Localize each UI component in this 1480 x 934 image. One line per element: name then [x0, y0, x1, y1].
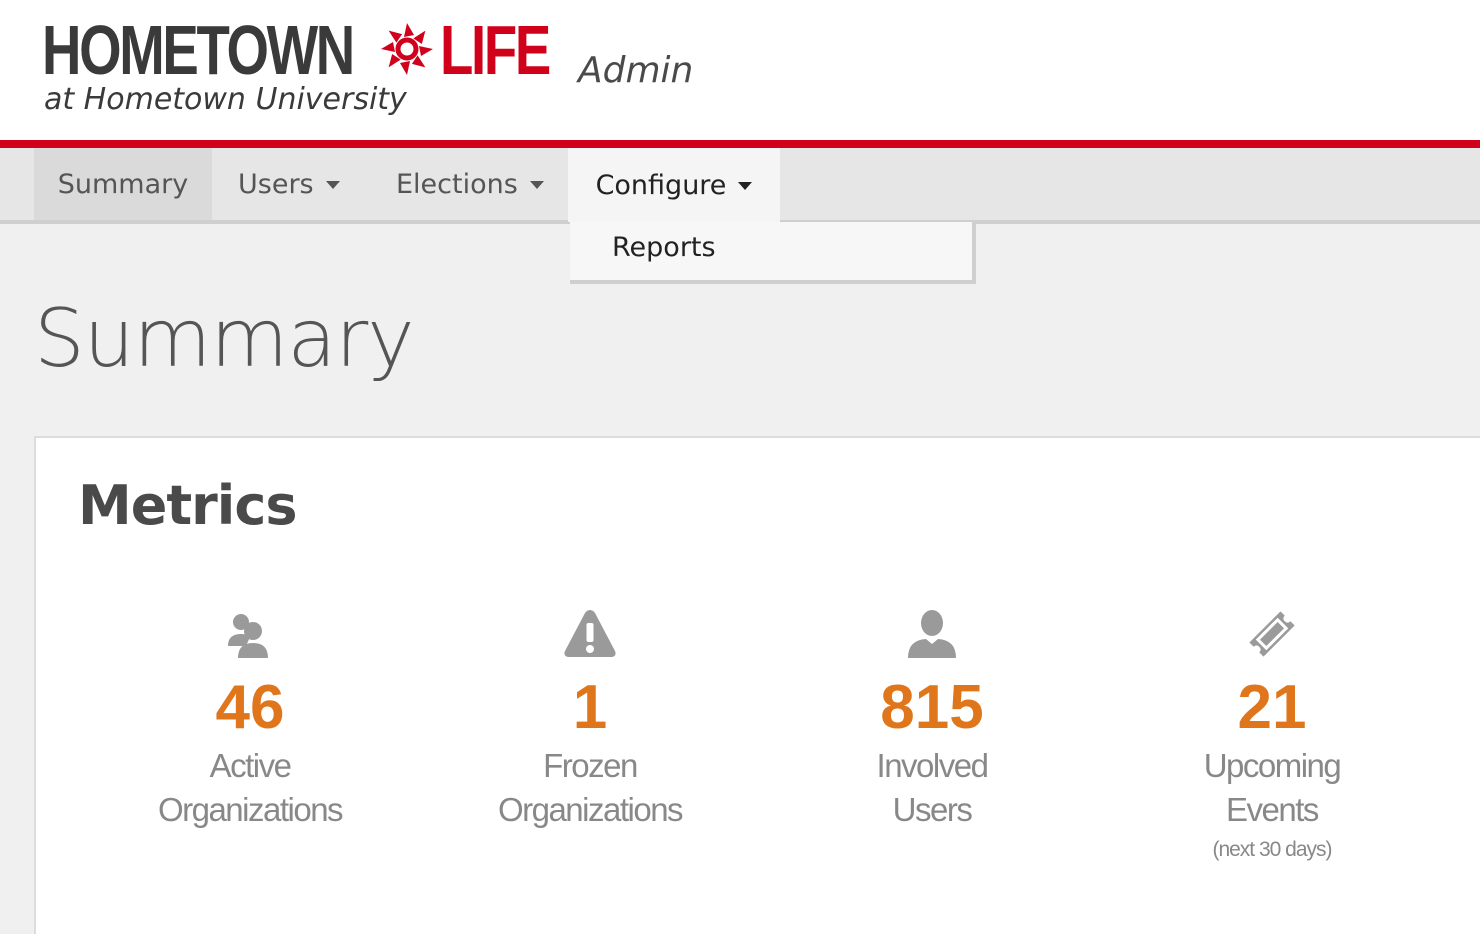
- nav-elections[interactable]: Elections: [396, 148, 544, 220]
- nav-configure-label: Configure: [595, 169, 727, 201]
- section-label: Admin: [578, 50, 694, 91]
- metric-sub-label: (next 30 days): [1212, 838, 1332, 861]
- metric-value: 815: [880, 673, 984, 742]
- nav-summary[interactable]: Summary: [34, 148, 212, 220]
- chevron-down-icon: [325, 181, 340, 189]
- metric-upcoming-events: 21 Upcoming Events (next 30 days): [1122, 606, 1422, 862]
- main-nav: Summary Users Elections Configure: [0, 148, 1480, 224]
- nav-users[interactable]: Users: [238, 148, 340, 220]
- warning-icon: [564, 610, 616, 657]
- metric-value: 46: [215, 673, 285, 742]
- metric-label-line1: Active: [209, 747, 292, 784]
- metric-value: 21: [1237, 673, 1307, 742]
- metrics-title: Metrics: [78, 474, 297, 537]
- user-icon: [908, 610, 956, 658]
- metric-label-line2: Events: [1226, 791, 1319, 828]
- chevron-down-icon: [738, 182, 753, 190]
- metric-label-line2: Organizations: [497, 791, 684, 828]
- page-title: Summary: [34, 292, 415, 385]
- configure-dropdown: Reports: [570, 222, 976, 284]
- metric-frozen-organizations: 1 Frozen Organizations: [440, 606, 740, 832]
- metrics-panel: Metrics 46 Active Organizations 1 Frozen…: [34, 436, 1480, 934]
- header-divider: [0, 140, 1480, 148]
- metric-label-line1: Frozen: [543, 747, 638, 784]
- ticket-icon: [1249, 611, 1295, 657]
- header: HOMETOWN LIFE at Hometown University Adm…: [0, 0, 1480, 140]
- metric-active-organizations: 46 Active Organizations: [100, 606, 400, 832]
- nav-summary-label: Summary: [57, 168, 189, 200]
- logo-emblem-icon: [381, 23, 433, 75]
- nav-configure[interactable]: Configure: [568, 148, 780, 222]
- metric-involved-users: 815 Involved Users: [782, 606, 1082, 832]
- nav-users-label: Users: [238, 168, 314, 200]
- logo-hometown-text: HOMETOWN: [42, 11, 355, 89]
- logo-life-text: LIFE: [440, 11, 551, 89]
- metric-label-line2: Users: [892, 791, 973, 828]
- nav-elections-label: Elections: [396, 168, 518, 200]
- metric-label-line1: Upcoming: [1203, 747, 1342, 784]
- metric-label-line1: Involved: [876, 747, 989, 784]
- metric-label-line2: Organizations: [157, 791, 344, 828]
- logo-subtitle: at Hometown University: [44, 82, 407, 117]
- users-icon: [228, 614, 268, 658]
- dropdown-item-reports[interactable]: Reports: [612, 232, 716, 263]
- logo-hometown: HOMETOWN: [42, 14, 380, 86]
- chevron-down-icon: [529, 181, 544, 189]
- logo-life: LIFE: [440, 14, 580, 86]
- logo[interactable]: HOMETOWN: [42, 14, 380, 86]
- metric-value: 1: [572, 673, 608, 742]
